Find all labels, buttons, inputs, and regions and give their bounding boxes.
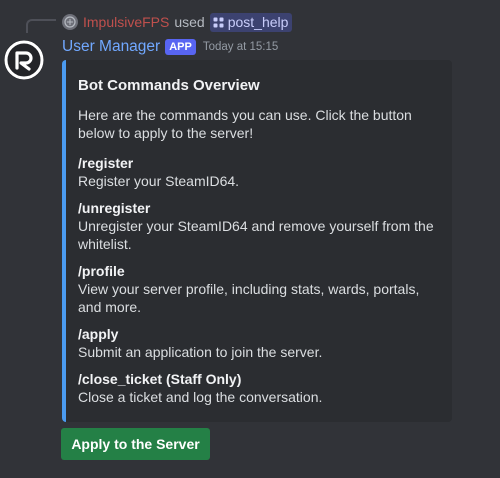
- apply-to-server-button[interactable]: Apply to the Server: [61, 428, 210, 460]
- field-name: /profile: [78, 263, 125, 279]
- embed-card: Bot Commands Overview Here are the comma…: [62, 60, 452, 422]
- field-name: /unregister: [78, 200, 151, 216]
- bot-logo-icon[interactable]: [4, 40, 44, 80]
- field-name: /apply: [78, 326, 119, 342]
- embed-field: /profile View your server profile, inclu…: [78, 262, 436, 316]
- field-value: View your server profile, including stat…: [78, 281, 420, 315]
- embed-title: Bot Commands Overview: [78, 77, 260, 94]
- app-badge: APP: [165, 39, 196, 55]
- slash-command-name: post_help: [227, 14, 289, 30]
- slash-command-chip[interactable]: post_help: [209, 12, 293, 32]
- user-avatar-icon[interactable]: [62, 14, 78, 30]
- reply-username[interactable]: ImpulsiveFPS: [83, 14, 169, 30]
- author-username[interactable]: User Manager: [62, 38, 160, 56]
- reply-context[interactable]: ImpulsiveFPS used post_help: [62, 12, 293, 32]
- field-name: /close_ticket (Staff Only): [78, 371, 242, 387]
- embed-field: /close_ticket (Staff Only) Close a ticke…: [78, 370, 436, 406]
- reply-used-text: used: [174, 14, 205, 30]
- field-value: Close a ticket and log the conversation.: [78, 389, 323, 405]
- reply-connector: [26, 19, 56, 33]
- field-name: /register: [78, 155, 134, 171]
- embed-field: /register Register your SteamID64.: [78, 154, 436, 190]
- chat-message: ImpulsiveFPS used post_help User Manager…: [0, 0, 500, 478]
- slash-command-icon: [213, 17, 224, 27]
- embed-description: Here are the commands you can use. Click…: [78, 107, 412, 141]
- field-value: Unregister your SteamID64 and remove you…: [78, 218, 434, 252]
- field-value: Register your SteamID64.: [78, 173, 240, 189]
- message-header: User Manager APP Today at 15:15: [62, 36, 278, 58]
- embed-field: /unregister Unregister your SteamID64 an…: [78, 199, 436, 253]
- embed-field: /apply Submit an application to join the…: [78, 325, 436, 361]
- message-timestamp: Today at 15:15: [202, 41, 279, 53]
- field-value: Submit an application to join the server…: [78, 344, 323, 360]
